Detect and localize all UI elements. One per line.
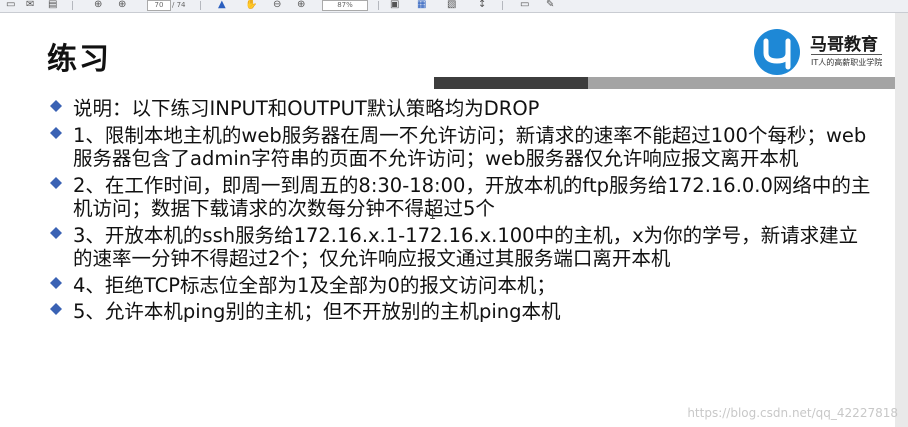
diamond-bullet-icon xyxy=(50,100,62,112)
list-item-text: 5、允许本机ping别的主机；但不开放别的主机ping本机 xyxy=(73,300,561,323)
diamond-bullet-icon xyxy=(50,303,62,315)
mail-icon[interactable]: ✉ xyxy=(26,0,34,10)
text-cursor-icon: I xyxy=(429,208,437,222)
page-number-input[interactable]: 70 xyxy=(147,0,171,11)
up-icon[interactable]: ⊕ xyxy=(94,0,102,10)
zoom-select[interactable]: 87% xyxy=(322,0,368,11)
header-bar-dark xyxy=(434,77,588,89)
toolbar-separator xyxy=(72,1,73,10)
diamond-bullet-icon xyxy=(50,276,62,289)
logo-name: 马哥教育 xyxy=(810,35,878,55)
list-item-text: 4、拒绝TCP标志位全部为1及全部为0的报文访问本机； xyxy=(73,273,556,297)
list-item: 2、在工作时间，即周一到周五的8:30-18:00，开放本机的ftp服务给172… xyxy=(50,173,877,221)
slide-page: 练习 马哥教育 IT人的高薪职业学院 说明：以下练习INPUT和OUTPUT默认… xyxy=(0,13,895,427)
logo-tagline: IT人的高薪职业学院 xyxy=(811,54,883,68)
logo-mark-icon xyxy=(754,29,800,75)
toolbar-separator xyxy=(378,1,379,10)
fit-icon[interactable]: ▦ xyxy=(417,0,426,10)
list-item: 3、开放本机的ssh服务给172.16.x.1-172.16.x.100中的主机… xyxy=(50,223,877,271)
print-icon[interactable]: ▤ xyxy=(48,0,57,10)
list-item: 1、限制本地主机的web服务器在周一不允许访问；新请求的速率不能超过100个每秒… xyxy=(50,123,877,171)
page-total: / 74 xyxy=(172,1,186,9)
list-item: 5、允许本机ping别的主机；但不开放别的主机ping本机 xyxy=(50,300,877,324)
zoom-in-icon[interactable]: ⊕ xyxy=(297,0,305,10)
list-item-text: 2、在工作时间，即周一到周五的8:30-18:00，开放本机的ftp服务给172… xyxy=(73,173,871,221)
pen-icon[interactable]: ✎ xyxy=(546,0,554,10)
diamond-bullet-icon xyxy=(50,176,62,189)
brand-logo: 马哥教育 IT人的高薪职业学院 xyxy=(752,27,892,77)
exercise-list: 说明：以下练习INPUT和OUTPUT默认策略均为DROP 1、限制本地主机的w… xyxy=(50,97,877,327)
slide-title: 练习 xyxy=(47,42,111,77)
hand-icon[interactable]: ✋ xyxy=(245,0,257,10)
toolbar-separator xyxy=(200,1,201,10)
scroll-icon[interactable]: ↕ xyxy=(478,0,486,10)
comment-icon[interactable]: ▭ xyxy=(520,0,529,10)
watermark-text: https://blog.csdn.net/qq_42227818 xyxy=(687,406,898,420)
header-bar-gray xyxy=(588,77,895,89)
diamond-bullet-icon xyxy=(50,126,62,139)
down-icon[interactable]: ⊕ xyxy=(118,0,126,10)
save-icon[interactable]: ▭ xyxy=(6,0,15,10)
list-item-text: 1、限制本地主机的web服务器在周一不允许访问；新请求的速率不能超过100个每秒… xyxy=(73,123,867,171)
viewer-background xyxy=(895,13,908,427)
pdf-toolbar: ▭ ✉ ▤ ⊕ ⊕ 70 / 74 ▲ ✋ ⊖ ⊕ 87% ▣ ▦ ▧ ↕ ▭ … xyxy=(0,0,908,13)
list-item-text: 3、开放本机的ssh服务给172.16.x.1-172.16.x.100中的主机… xyxy=(73,223,859,271)
list-item: 说明：以下练习INPUT和OUTPUT默认策略均为DROP xyxy=(50,97,877,121)
list-item-text: 说明：以下练习INPUT和OUTPUT默认策略均为DROP xyxy=(73,97,540,120)
copy-icon[interactable]: ▣ xyxy=(390,0,399,10)
toolbar-separator xyxy=(502,1,503,10)
zoom-out-icon[interactable]: ⊖ xyxy=(273,0,281,10)
select-icon[interactable]: ▲ xyxy=(218,0,226,10)
diamond-bullet-icon xyxy=(50,226,62,239)
list-item: 4、拒绝TCP标志位全部为1及全部为0的报文访问本机； xyxy=(50,273,877,298)
rotate-icon[interactable]: ▧ xyxy=(447,0,456,10)
